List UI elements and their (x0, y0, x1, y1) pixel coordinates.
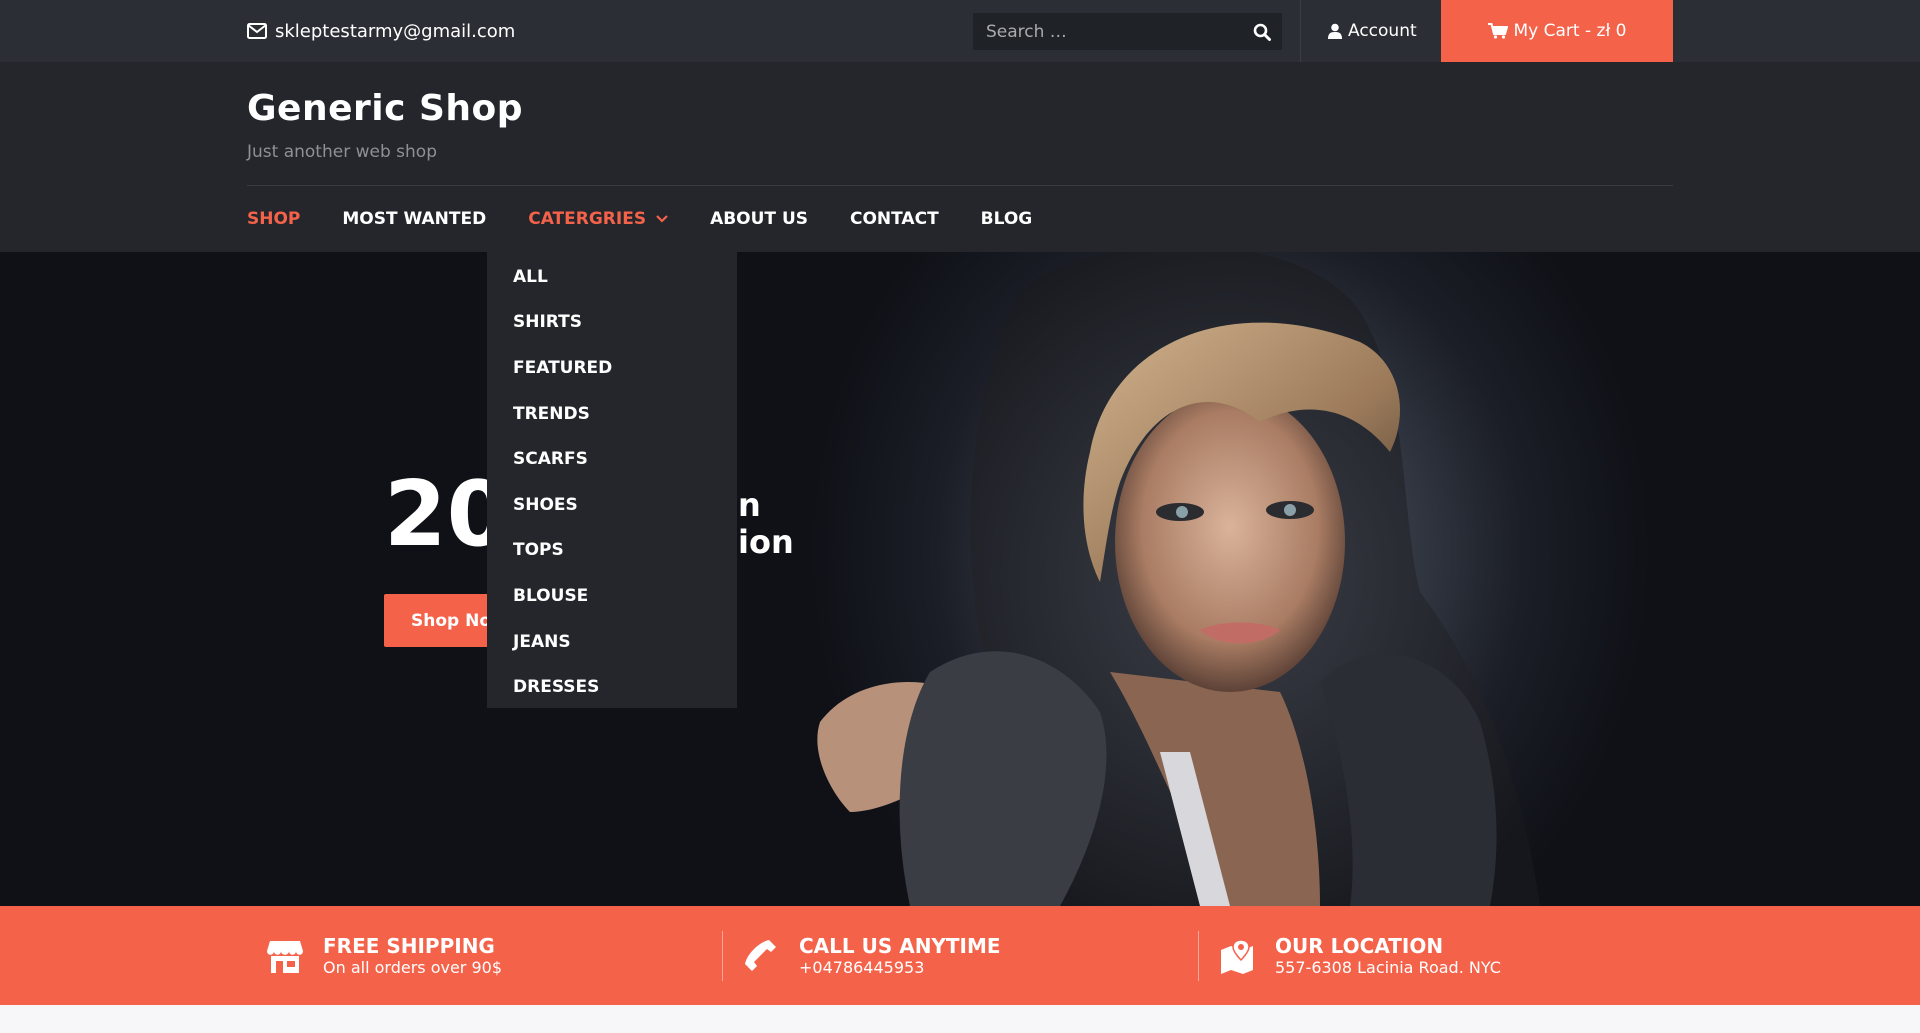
envelope-icon (247, 23, 267, 39)
feature-divider (1198, 931, 1199, 981)
nav-item-label: ABOUT US (710, 209, 808, 229)
cart-button[interactable]: My Cart - zł 0 (1441, 0, 1673, 62)
site-title[interactable]: Generic Shop (247, 88, 523, 129)
feature-subtitle: On all orders over 90$ (323, 957, 502, 977)
search-input[interactable] (973, 13, 1242, 50)
nav-item-categories[interactable]: CATERGRIES (528, 209, 668, 229)
dropdown-item-trends[interactable]: TRENDS (487, 391, 737, 437)
categories-dropdown: ALL SHIRTS FEATURED TRENDS SCARFS SHOES … (487, 252, 737, 708)
nav-item-label: SHOP (247, 209, 301, 229)
dropdown-item-dresses[interactable]: DRESSES (487, 664, 737, 710)
feature-free-shipping: FREE SHIPPING On all orders over 90$ (265, 906, 502, 1005)
feature-divider (722, 931, 723, 981)
dropdown-item-scarfs[interactable]: SCARFS (487, 436, 737, 482)
cart-icon (1487, 23, 1508, 39)
top-bar: skleptestarmy@gmail.com Account My Cart … (0, 0, 1920, 62)
search-box (973, 13, 1282, 50)
nav-item-label: CATERGRIES (528, 209, 647, 229)
contact-email-text: skleptestarmy@gmail.com (275, 20, 516, 42)
nav-item-blog[interactable]: BLOG (981, 209, 1033, 229)
search-button[interactable] (1242, 13, 1282, 50)
cart-label: My Cart - zł 0 (1513, 21, 1627, 41)
dropdown-item-all[interactable]: ALL (487, 254, 737, 300)
nav-item-most-wanted[interactable]: MOST WANTED (342, 209, 486, 229)
dropdown-item-shirts[interactable]: SHIRTS (487, 300, 737, 346)
feature-title: OUR LOCATION (1275, 933, 1444, 958)
dropdown-item-shoes[interactable]: SHOES (487, 482, 737, 528)
features-strip: FREE SHIPPING On all orders over 90$ CAL… (0, 906, 1920, 1005)
feature-title: FREE SHIPPING (323, 933, 495, 958)
topbar-divider (1300, 0, 1301, 62)
user-icon (1328, 23, 1342, 39)
hero-model-image (817, 252, 1540, 906)
main-nav: SHOP MOST WANTED CATERGRIES ABOUT US CON… (247, 186, 1074, 252)
dropdown-item-blouse[interactable]: BLOUSE (487, 573, 737, 619)
nav-item-label: BLOG (980, 209, 1033, 229)
map-pin-icon (1217, 936, 1257, 976)
chevron-down-icon (656, 215, 668, 223)
dropdown-item-featured[interactable]: FEATURED (487, 345, 737, 391)
feature-call-us: CALL US ANYTIME +04786445953 (741, 906, 1001, 1005)
store-icon (265, 936, 305, 976)
contact-email[interactable]: skleptestarmy@gmail.com (247, 0, 515, 62)
search-icon (1253, 23, 1271, 41)
nav-item-label: MOST WANTED (342, 209, 487, 229)
nav-item-contact[interactable]: CONTACT (850, 209, 939, 229)
phone-icon (741, 936, 781, 976)
hero-banner: 20 n ion Shop No (0, 252, 1920, 906)
page-content-start (0, 1005, 1920, 1033)
site-header: Generic Shop Just another web shop SHOP … (0, 62, 1920, 252)
account-link[interactable]: Account (1328, 0, 1417, 62)
dropdown-item-tops[interactable]: TOPS (487, 528, 737, 574)
account-label: Account (1348, 21, 1417, 41)
feature-title: CALL US ANYTIME (799, 933, 1001, 958)
feature-subtitle: 557-6308 Lacinia Road. NYC (1275, 957, 1501, 977)
feature-subtitle: +04786445953 (799, 957, 925, 977)
feature-location: OUR LOCATION 557-6308 Lacinia Road. NYC (1217, 906, 1501, 1005)
site-tagline: Just another web shop (247, 142, 437, 162)
nav-item-about-us[interactable]: ABOUT US (710, 209, 808, 229)
nav-item-label: CONTACT (850, 209, 939, 229)
dropdown-item-jeans[interactable]: JEANS (487, 619, 737, 665)
nav-item-shop[interactable]: SHOP (247, 209, 300, 229)
